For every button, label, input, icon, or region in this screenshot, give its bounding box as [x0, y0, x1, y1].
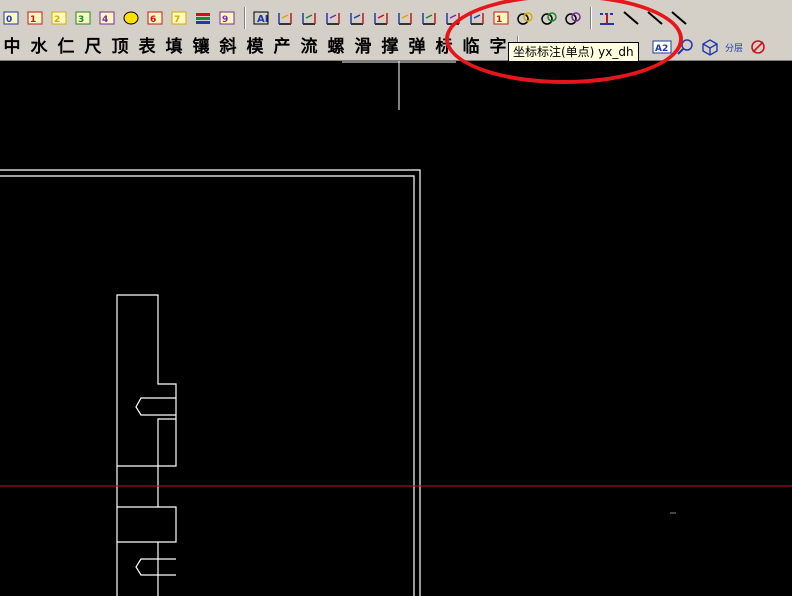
char-tool-button[interactable]: 产	[270, 36, 294, 58]
char-tool-button[interactable]: 填	[162, 36, 186, 58]
svg-text:6: 6	[150, 15, 156, 25]
continuous-dim-icon[interactable]	[394, 7, 416, 29]
char-tool-label: 撑	[381, 36, 399, 57]
radius-dim-icon[interactable]	[298, 7, 320, 29]
layer-split-icon[interactable]: 分层	[723, 36, 745, 58]
char-tool-button[interactable]: 流	[297, 36, 321, 58]
svg-text:2: 2	[54, 15, 60, 25]
symbol-s8-icon[interactable]: 2	[48, 7, 70, 29]
toolbar-separator	[244, 7, 246, 29]
char-tool-label: 仁	[57, 36, 75, 57]
char-tool-button[interactable]: 顶	[108, 36, 132, 58]
char-tool-label: 顶	[111, 36, 129, 57]
char-tool-label: 滑	[354, 36, 372, 57]
svg-text:7: 7	[174, 15, 180, 25]
svg-text:1: 1	[30, 15, 36, 25]
char-tool-button[interactable]: 镶	[189, 36, 213, 58]
drill-hole-upper	[135, 397, 176, 416]
drill-hole-lower	[135, 558, 176, 576]
baseline-dim-icon[interactable]	[370, 7, 392, 29]
leader-icon[interactable]	[346, 7, 368, 29]
symbol-a9-icon[interactable]: 3	[72, 7, 94, 29]
char-tool-label: 水	[30, 36, 48, 57]
symbol-frame-icon[interactable]: 4	[96, 7, 118, 29]
char-tool-label: 尺	[84, 36, 102, 57]
svg-text:3: 3	[78, 15, 84, 25]
char-tool-button[interactable]: 尺	[81, 36, 105, 58]
drawing-canvas[interactable]	[0, 61, 792, 596]
angle-dim-icon[interactable]	[274, 7, 296, 29]
char-tool-button[interactable]: 滑	[351, 36, 375, 58]
frame-inner	[0, 175, 415, 596]
text-grid-icon[interactable]: 9	[216, 7, 238, 29]
symbol-icon-1[interactable]: 0	[0, 7, 22, 29]
char-tool-label: 斜	[219, 36, 237, 57]
linear-dim-icon[interactable]	[322, 7, 344, 29]
text-ao-icon[interactable]: 7	[168, 7, 190, 29]
ordinate-multi-icon[interactable]	[418, 7, 440, 29]
char-tool-label: 模	[246, 36, 264, 57]
symbol-icon-7[interactable]: 6	[144, 7, 166, 29]
char-tool-button[interactable]: 水	[27, 36, 51, 58]
char-tool-button[interactable]: 撑	[378, 36, 402, 58]
char-tool-label: 产	[273, 36, 291, 57]
svg-text:0: 0	[6, 15, 12, 25]
char-tool-button[interactable]: 螺	[324, 36, 348, 58]
layer-delete-icon[interactable]	[747, 36, 769, 58]
svg-text:9: 9	[222, 15, 228, 25]
cube-icon[interactable]	[699, 36, 721, 58]
char-tool-label: 螺	[327, 36, 345, 57]
text-box-icon[interactable]: AI	[250, 7, 272, 29]
ellipse-icon[interactable]	[120, 7, 142, 29]
split-label: 分层	[725, 43, 743, 54]
char-tool-label: 镶	[192, 36, 210, 57]
char-tool-button[interactable]: 仁	[54, 36, 78, 58]
char-tool-label: 表	[138, 36, 156, 57]
char-tool-button[interactable]: 表	[135, 36, 159, 58]
char-tool-label: 流	[300, 36, 318, 57]
char-tool-label: 中	[3, 36, 21, 57]
layer-stack-icon[interactable]	[192, 7, 214, 29]
svg-text:AI: AI	[257, 14, 268, 25]
char-tool-button[interactable]: 中	[0, 36, 24, 58]
frame-outer	[0, 169, 421, 596]
char-tool-label: 填	[165, 36, 183, 57]
symbol-icon-2[interactable]: 1	[24, 7, 46, 29]
char-tool-button[interactable]: 模	[243, 36, 267, 58]
char-tool-label: 弹	[408, 36, 426, 57]
svg-text:4: 4	[102, 15, 108, 25]
char-tool-button[interactable]: 弹	[405, 36, 429, 58]
part-upper-profile	[116, 294, 177, 596]
cad-drawing	[0, 61, 792, 596]
char-tool-button[interactable]: 斜	[216, 36, 240, 58]
